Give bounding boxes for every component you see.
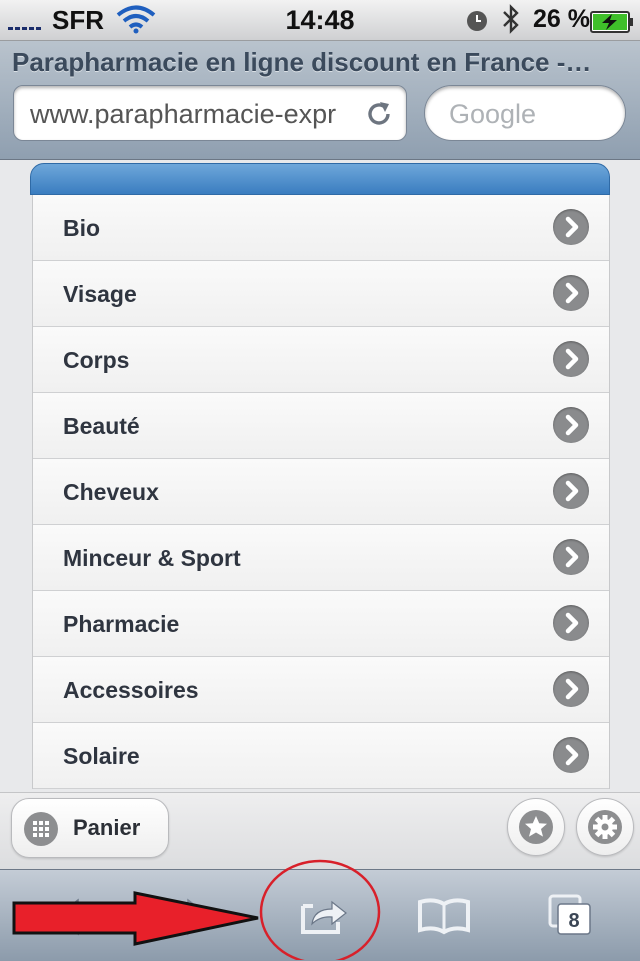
chevron-right-icon bbox=[553, 671, 589, 707]
category-item-pharmacie[interactable]: Pharmacie bbox=[33, 591, 609, 657]
tabs-pages-icon[interactable]: 8 bbox=[546, 892, 596, 938]
category-label: Cheveux bbox=[63, 479, 159, 505]
settings-button[interactable] bbox=[576, 798, 634, 856]
category-label: Solaire bbox=[63, 743, 140, 769]
category-label: Minceur & Sport bbox=[63, 545, 241, 571]
category-label: Bio bbox=[63, 215, 101, 241]
chevron-right-icon bbox=[553, 275, 589, 311]
category-item-beaute[interactable]: Beauté bbox=[33, 393, 609, 459]
alarm-clock-icon bbox=[466, 8, 488, 39]
category-label: Visage bbox=[63, 281, 137, 307]
tabs-count: 8 bbox=[568, 910, 580, 932]
browser-address-bar: Parapharmacie en ligne discount en Franc… bbox=[0, 41, 640, 160]
forward-arrow-icon[interactable] bbox=[174, 894, 220, 945]
category-item-accessoires[interactable]: Accessoires bbox=[33, 657, 609, 723]
url-field[interactable]: www.parapharmacie-expr bbox=[13, 85, 407, 141]
reload-icon[interactable] bbox=[364, 99, 394, 134]
status-bar: SFR 14:48 26 % bbox=[0, 0, 640, 41]
category-label: Beauté bbox=[63, 413, 140, 439]
site-footer-bar: Panier bbox=[0, 792, 640, 869]
chevron-right-icon bbox=[553, 341, 589, 377]
search-placeholder: Google bbox=[449, 99, 537, 129]
category-label: Accessoires bbox=[63, 677, 199, 703]
chevron-right-icon bbox=[553, 605, 589, 641]
favorites-button[interactable] bbox=[507, 798, 565, 856]
page-content: Bio Visage Corps Beauté Cheveux Minceur … bbox=[0, 160, 640, 792]
star-icon bbox=[519, 810, 553, 844]
cart-label: Panier bbox=[73, 815, 141, 840]
category-item-cheveux[interactable]: Cheveux bbox=[33, 459, 609, 525]
category-panel-header bbox=[30, 163, 610, 195]
category-item-solaire[interactable]: Solaire bbox=[33, 723, 609, 789]
category-item-corps[interactable]: Corps bbox=[33, 327, 609, 393]
category-label: Pharmacie bbox=[63, 611, 180, 637]
category-label: Corps bbox=[63, 347, 130, 373]
chevron-right-icon bbox=[553, 539, 589, 575]
search-input[interactable]: Google bbox=[424, 85, 626, 141]
gear-icon bbox=[588, 810, 622, 844]
browser-toolbar: 8 bbox=[0, 869, 640, 961]
bookmarks-icon[interactable] bbox=[416, 896, 472, 941]
cart-button[interactable]: Panier bbox=[11, 798, 169, 858]
category-list: Bio Visage Corps Beauté Cheveux Minceur … bbox=[32, 195, 610, 789]
category-item-minceur-sport[interactable]: Minceur & Sport bbox=[33, 525, 609, 591]
category-item-visage[interactable]: Visage bbox=[33, 261, 609, 327]
battery-charging-icon bbox=[590, 9, 634, 40]
chevron-right-icon bbox=[553, 407, 589, 443]
bluetooth-icon bbox=[500, 3, 522, 42]
page-title: Parapharmacie en ligne discount en Franc… bbox=[12, 47, 592, 77]
url-text: www.parapharmacie-expr bbox=[30, 99, 337, 129]
category-item-bio[interactable]: Bio bbox=[33, 195, 609, 261]
back-arrow-icon[interactable] bbox=[46, 894, 92, 945]
chevron-right-icon bbox=[553, 737, 589, 773]
chevron-right-icon bbox=[553, 473, 589, 509]
grid-icon bbox=[24, 812, 58, 846]
battery-percentage: 26 % bbox=[533, 5, 590, 33]
chevron-right-icon bbox=[553, 209, 589, 245]
share-icon[interactable] bbox=[298, 892, 352, 943]
